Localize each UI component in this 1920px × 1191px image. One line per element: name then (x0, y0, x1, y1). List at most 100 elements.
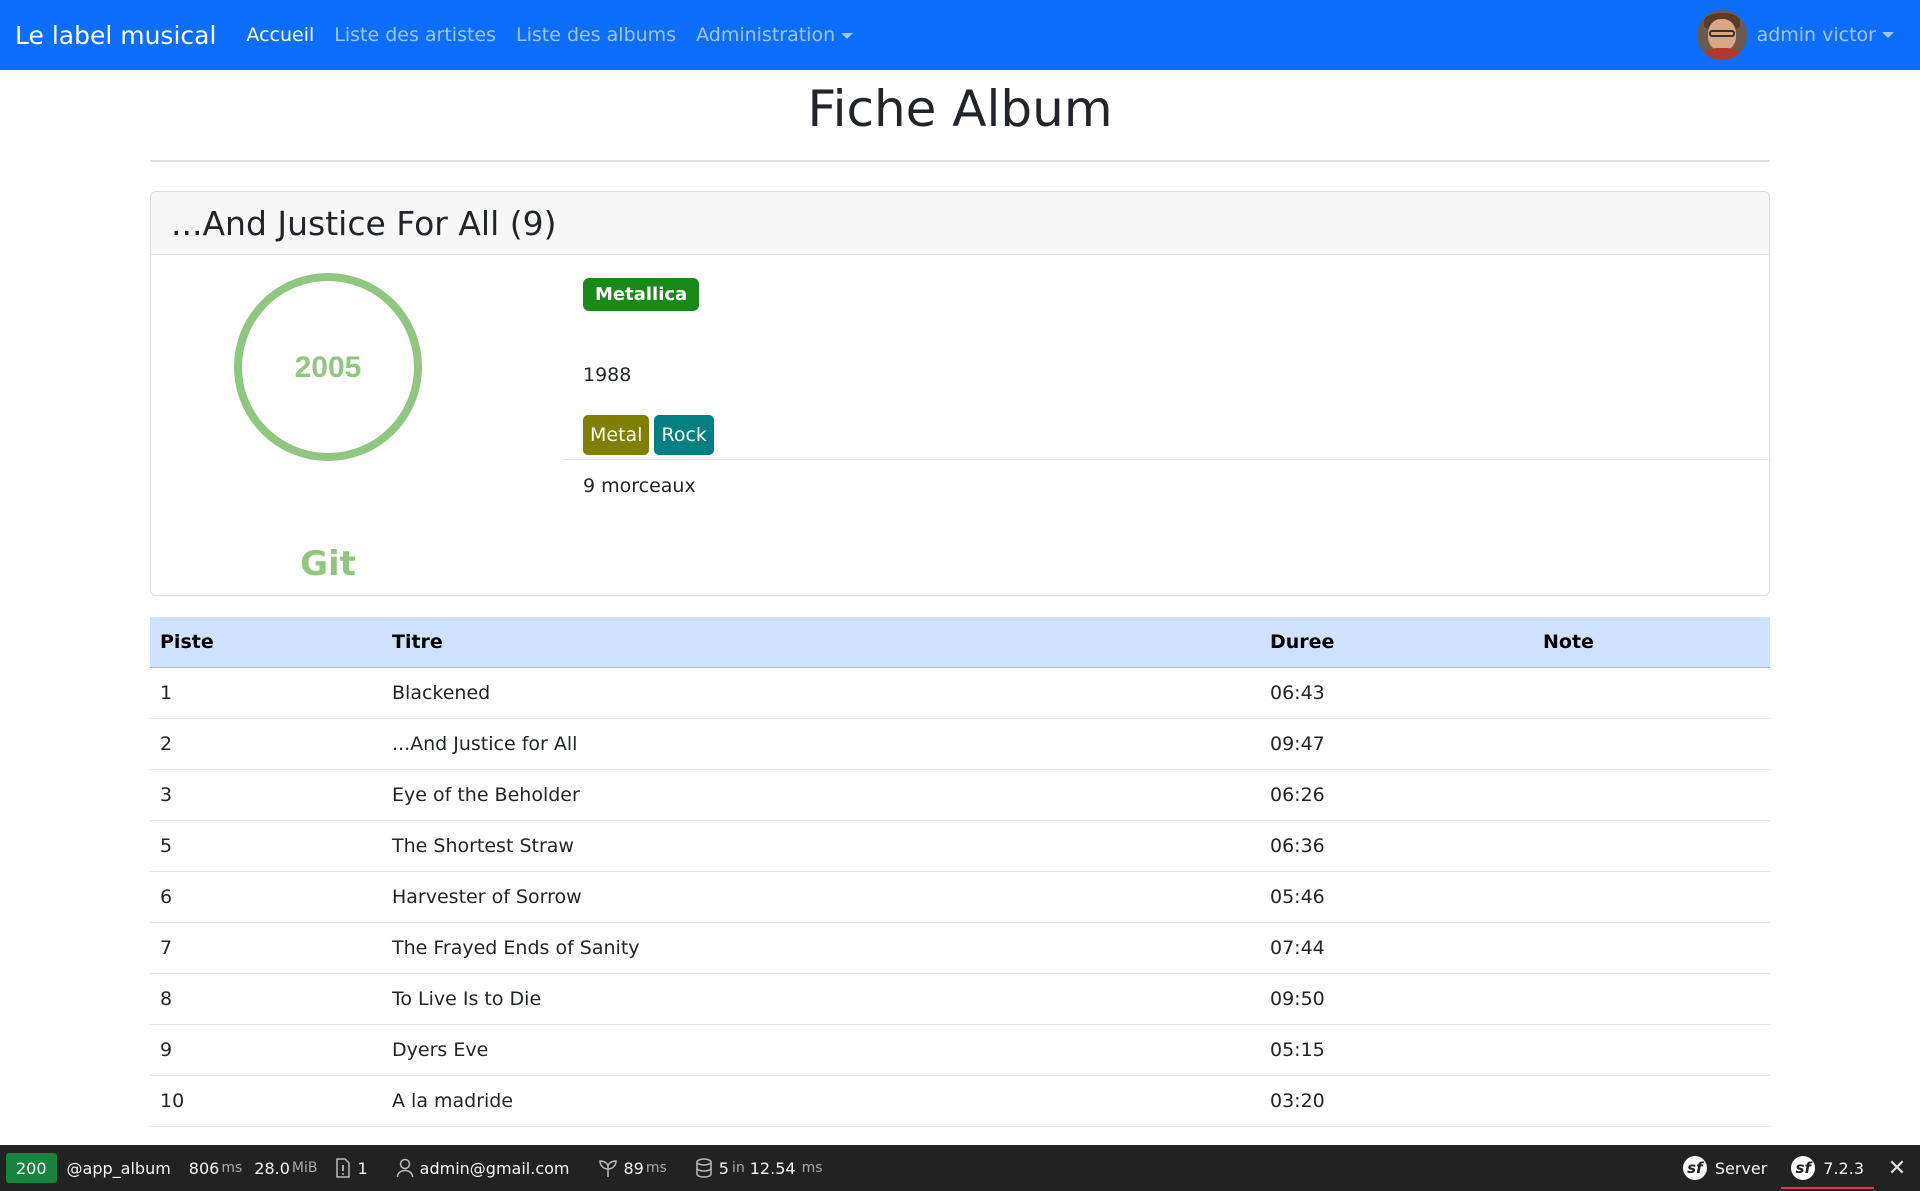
track-title: The Shortest Straw (382, 820, 1260, 872)
twig-icon (598, 1160, 617, 1177)
user-menu[interactable]: admin victor (1696, 10, 1894, 60)
track-duration: 05:46 (1260, 871, 1533, 923)
symfony-version-panel[interactable]: sf 7.2.3 (1781, 1145, 1874, 1191)
nav-link-albums[interactable]: Liste des albums (516, 24, 676, 46)
table-row: 7 The Frayed Ends of Sanity 07:44 (150, 922, 1770, 974)
route-name[interactable]: @app_album (67, 1159, 171, 1178)
user-email: admin@gmail.com (419, 1158, 570, 1178)
track-number: 6 (150, 871, 382, 923)
nav-link-artistes[interactable]: Liste des artistes (334, 24, 496, 46)
track-duration: 05:15 (1260, 1024, 1533, 1076)
genre-badge-rock[interactable]: Rock (654, 415, 714, 455)
page-title: Fiche Album (807, 80, 1113, 138)
table-row: 5 The Shortest Straw 06:36 (150, 820, 1770, 872)
track-number: 8 (150, 973, 382, 1025)
track-title: The Frayed Ends of Sanity (382, 922, 1260, 974)
database-icon (696, 1158, 712, 1178)
track-note (1533, 922, 1770, 974)
brand-link[interactable]: Le label musical (15, 21, 216, 50)
security-panel[interactable]: admin@gmail.com (396, 1158, 570, 1178)
track-title: Dyers Eve (382, 1024, 1260, 1076)
track-note (1533, 871, 1770, 923)
track-number: 10 (150, 1075, 382, 1127)
server-panel[interactable]: sf Server (1682, 1156, 1768, 1180)
table-row: 3 Eye of the Beholder 06:26 (150, 769, 1770, 821)
track-duration: 07:44 (1260, 922, 1533, 974)
request-time[interactable]: 806 ms (189, 1159, 242, 1178)
tracks-table-head: Piste Titre Duree Note (150, 617, 1770, 668)
column-header-titre: Titre (382, 617, 1260, 668)
column-header-duree: Duree (1260, 617, 1533, 668)
card-divider (564, 459, 1769, 460)
cover-caption: Git (300, 544, 356, 584)
symfony-logo-icon: sf (1682, 1156, 1707, 1180)
db-time-value: 12.54 (749, 1158, 796, 1178)
memory-usage[interactable]: 28.0 MiB (254, 1159, 317, 1178)
nav-link-accueil[interactable]: Accueil (246, 24, 314, 46)
user-icon (396, 1158, 413, 1178)
nav-dropdown-administration[interactable]: Administration (696, 24, 854, 46)
artist-badge[interactable]: Metallica (583, 278, 700, 311)
track-number: 3 (150, 769, 382, 821)
track-duration: 03:20 (1260, 1075, 1533, 1127)
db-in-label: in (731, 1160, 745, 1176)
album-card-header: ...And Justice For All (9) (151, 192, 1769, 255)
toolbar-right: sf Server sf 7.2.3 ✕ (1665, 1145, 1920, 1191)
database-panel[interactable]: 5 in 12.54 ms (695, 1158, 823, 1178)
track-number: 2 (150, 718, 382, 770)
request-time-unit: ms (221, 1160, 243, 1176)
nav-dropdown-administration-label: Administration (696, 24, 836, 46)
symfony-logo-icon: sf (1791, 1156, 1816, 1180)
avatar (1696, 10, 1747, 60)
request-time-value: 806 (188, 1158, 220, 1178)
track-note (1533, 718, 1770, 770)
chevron-down-icon (841, 32, 854, 39)
column-header-note: Note (1533, 617, 1770, 668)
track-duration: 06:43 (1260, 667, 1533, 719)
db-query-count: 5 (718, 1158, 729, 1178)
table-row: 8 To Live Is to Die 09:50 (150, 973, 1770, 1025)
title-divider (150, 160, 1770, 162)
track-title: Blackened (382, 667, 1260, 719)
track-note (1533, 1075, 1770, 1127)
genre-badge-metal[interactable]: Metal (583, 415, 650, 455)
debug-toolbar: 200 @app_album 806 ms 28.0 MiB 1 admin@g… (0, 1145, 1920, 1191)
server-label: Server (1714, 1158, 1768, 1178)
track-note (1533, 820, 1770, 872)
track-title: ...And Justice for All (382, 718, 1260, 770)
track-number: 7 (150, 922, 382, 974)
twig-time-value: 89 (623, 1158, 644, 1178)
track-duration: 09:47 (1260, 718, 1533, 770)
twig-time-unit: ms (645, 1160, 667, 1176)
memory-value: 28.0 (254, 1158, 290, 1178)
genre-list: Metal Rock (583, 415, 719, 455)
track-duration: 09:50 (1260, 973, 1533, 1025)
table-row: 10 A la madride 03:20 (150, 1075, 1770, 1127)
twig-panel[interactable]: 89 ms (598, 1158, 667, 1178)
status-code-badge[interactable]: 200 (6, 1153, 57, 1183)
chevron-down-icon (1882, 32, 1894, 38)
track-number: 5 (150, 820, 382, 872)
avatar-shirt (1702, 48, 1741, 60)
close-icon[interactable]: ✕ (1874, 1145, 1920, 1191)
track-title: Harvester of Sorrow (382, 871, 1260, 923)
table-row: 1 Blackened 06:43 (150, 667, 1770, 719)
album-year: 1988 (583, 364, 632, 386)
table-row: 6 Harvester of Sorrow 05:46 (150, 871, 1770, 923)
nav-links: Accueil Liste des artistes Liste des alb… (246, 24, 873, 46)
memory-unit: MiB (291, 1160, 318, 1176)
table-header-row: Piste Titre Duree Note (150, 617, 1770, 668)
track-title: Eye of the Beholder (382, 769, 1260, 821)
top-navbar: Le label musical Accueil Liste des artis… (0, 0, 1920, 70)
track-number: 9 (150, 1024, 382, 1076)
table-row: 2 ...And Justice for All 09:47 (150, 718, 1770, 770)
db-time-unit: ms (801, 1160, 823, 1176)
symfony-version: 7.2.3 (1823, 1158, 1864, 1178)
log-icon (336, 1158, 351, 1178)
logs-count: 1 (357, 1158, 368, 1178)
track-duration: 06:26 (1260, 769, 1533, 821)
track-number: 1 (150, 667, 382, 719)
avatar-glasses (1708, 30, 1735, 37)
logs-panel[interactable]: 1 (335, 1158, 368, 1178)
column-header-piste: Piste (150, 617, 382, 668)
